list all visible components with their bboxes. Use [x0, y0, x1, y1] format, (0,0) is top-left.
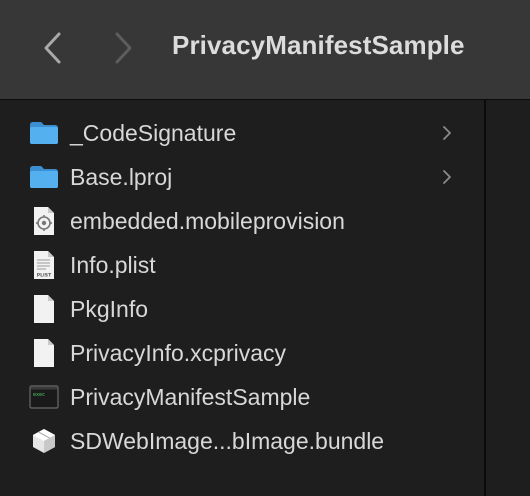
file-name: Base.lproj	[70, 164, 173, 190]
list-item[interactable]: SDWebImage...bImage.bundle	[0, 419, 484, 463]
svg-text:exec: exec	[33, 392, 45, 398]
finder-window: PrivacyManifestSample _CodeSignature Bas…	[0, 0, 530, 496]
plist-document-icon: PLIST	[28, 251, 60, 279]
file-name: PrivacyInfo.xcprivacy	[70, 340, 287, 366]
svg-text:PLIST: PLIST	[37, 273, 52, 279]
provisioning-profile-icon	[28, 207, 60, 235]
folder-icon	[28, 119, 60, 147]
folder-icon	[28, 163, 60, 191]
empty-column	[486, 100, 530, 496]
chevron-left-icon	[44, 32, 61, 64]
list-item[interactable]: PLIST Info.plist	[0, 243, 484, 287]
file-name: _CodeSignature	[70, 120, 237, 146]
chevron-right-icon	[443, 170, 451, 184]
bundle-icon	[28, 427, 60, 455]
chevron-right-icon	[443, 126, 451, 140]
document-icon	[28, 339, 60, 367]
document-icon	[28, 295, 60, 323]
list-item[interactable]: embedded.mobileprovision	[0, 199, 484, 243]
toolbar: PrivacyManifestSample	[0, 0, 530, 100]
file-name: embedded.mobileprovision	[70, 208, 345, 234]
file-name: PkgInfo	[70, 296, 148, 322]
list-item[interactable]: exec PrivacyManifestSample	[0, 375, 484, 419]
file-name: PrivacyManifestSample	[70, 384, 311, 410]
chevron-right-icon	[115, 32, 132, 64]
file-list: _CodeSignature Base.lproj embedded.mobil…	[0, 111, 484, 463]
file-name: Info.plist	[70, 252, 156, 278]
forward-button[interactable]	[106, 28, 142, 68]
list-item[interactable]: PrivacyInfo.xcprivacy	[0, 331, 484, 375]
list-item[interactable]: Base.lproj	[0, 155, 484, 199]
window-title: PrivacyManifestSample	[172, 30, 465, 60]
list-item[interactable]: _CodeSignature	[0, 111, 484, 155]
back-button[interactable]	[34, 28, 70, 68]
file-name: SDWebImage...bImage.bundle	[70, 428, 385, 454]
list-item[interactable]: PkgInfo	[0, 287, 484, 331]
file-list-column[interactable]: _CodeSignature Base.lproj embedded.mobil…	[0, 100, 484, 496]
executable-icon: exec	[28, 383, 60, 411]
